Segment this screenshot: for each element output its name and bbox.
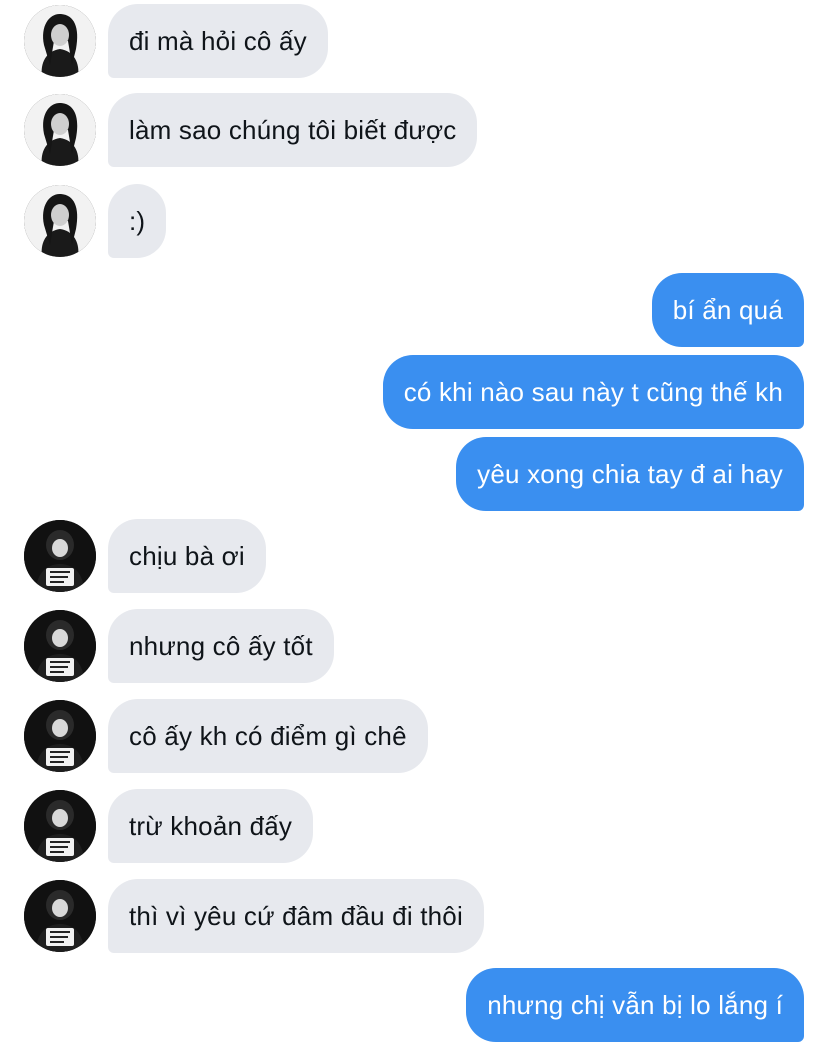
outgoing-message-bubble[interactable]: bí ẩn quá: [651, 273, 804, 347]
profile-photo-icon: [24, 700, 96, 772]
incoming-message-bubble[interactable]: chịu bà ơi: [108, 519, 266, 593]
incoming-message-bubble[interactable]: đi mà hỏi cô ấy: [108, 4, 328, 78]
contact-avatar[interactable]: [24, 790, 96, 862]
profile-photo-icon: [24, 790, 96, 862]
incoming-message-bubble[interactable]: nhưng cô ấy tốt: [108, 609, 334, 683]
message-row: có khi nào sau này t cũng thế kh: [0, 355, 828, 429]
message-row: nhưng cô ấy tốt: [0, 609, 828, 683]
message-row: làm sao chúng tôi biết được: [0, 93, 828, 167]
profile-photo-icon: [24, 880, 96, 952]
incoming-message-bubble[interactable]: làm sao chúng tôi biết được: [108, 93, 478, 167]
incoming-message-bubble[interactable]: thì vì yêu cứ đâm đầu đi thôi: [108, 879, 484, 953]
contact-avatar[interactable]: [24, 185, 96, 257]
message-row: bí ẩn quá: [0, 273, 828, 347]
contact-avatar[interactable]: [24, 5, 96, 77]
profile-photo-icon: [24, 5, 96, 77]
outgoing-message-bubble[interactable]: có khi nào sau này t cũng thế kh: [382, 355, 804, 429]
outgoing-message-bubble[interactable]: yêu xong chia tay đ ai hay: [456, 437, 804, 511]
message-row: yêu xong chia tay đ ai hay: [0, 437, 828, 511]
message-row: chịu bà ơi: [0, 519, 828, 593]
message-row: nhưng chị vẫn bị lo lắng í: [0, 968, 828, 1042]
contact-avatar[interactable]: [24, 520, 96, 592]
incoming-message-bubble[interactable]: trừ khoản đấy: [108, 789, 314, 863]
incoming-message-bubble[interactable]: cô ấy kh có điểm gì chê: [108, 699, 428, 773]
contact-avatar[interactable]: [24, 880, 96, 952]
outgoing-message-bubble[interactable]: nhưng chị vẫn bị lo lắng í: [466, 968, 804, 1042]
profile-photo-icon: [24, 610, 96, 682]
incoming-message-bubble[interactable]: :): [108, 184, 167, 258]
message-row: đi mà hỏi cô ấy: [0, 4, 828, 78]
contact-avatar[interactable]: [24, 94, 96, 166]
profile-photo-icon: [24, 520, 96, 592]
message-row: :): [0, 184, 828, 258]
contact-avatar[interactable]: [24, 700, 96, 772]
message-row: trừ khoản đấy: [0, 789, 828, 863]
contact-avatar[interactable]: [24, 610, 96, 682]
message-row: thì vì yêu cứ đâm đầu đi thôi: [0, 879, 828, 953]
profile-photo-icon: [24, 185, 96, 257]
message-row: cô ấy kh có điểm gì chê: [0, 699, 828, 773]
profile-photo-icon: [24, 94, 96, 166]
